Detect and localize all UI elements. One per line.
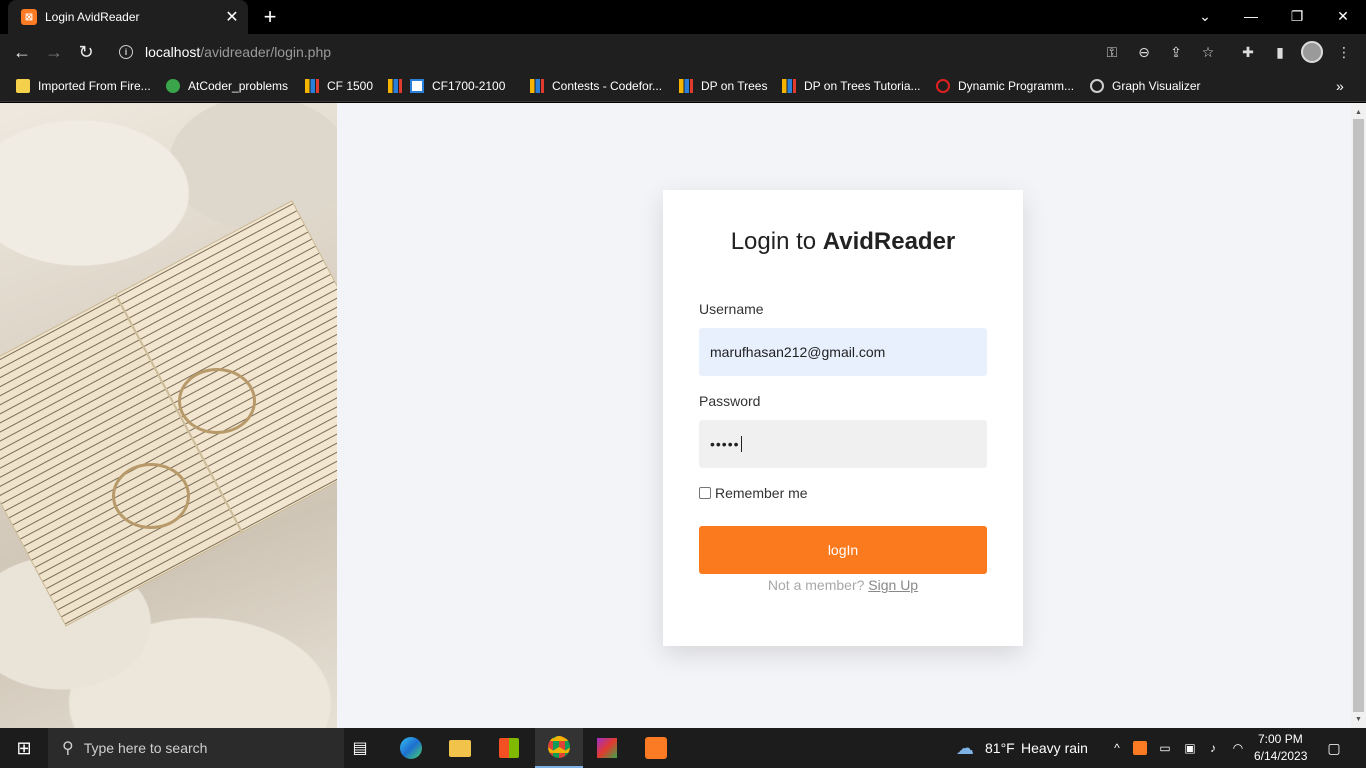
bookmarks-bar: Imported From Fire... AtCoder_problems C…: [0, 70, 1366, 102]
file-explorer-icon[interactable]: [442, 728, 478, 768]
login-title: Login to AvidReader: [730, 228, 956, 255]
cf-icon: [410, 79, 424, 93]
zoom-icon[interactable]: ⊖: [1132, 40, 1156, 64]
minimize-icon[interactable]: —: [1228, 0, 1274, 32]
globe-icon: [1090, 79, 1104, 93]
url-text: localhost/avidreader/login.php: [145, 44, 332, 60]
menu-icon[interactable]: ⋮: [1332, 40, 1356, 64]
glasses-lens-left: [112, 463, 190, 529]
bookmark-graph-visualizer[interactable]: Graph Visualizer: [1090, 76, 1201, 96]
battery-icon[interactable]: ▭: [1155, 728, 1175, 768]
windows-taskbar: ⊞ ⚲ Type here to search ▤ ☁ 81°F Heavy r…: [0, 728, 1366, 768]
meet-now-icon[interactable]: ▣: [1180, 728, 1200, 768]
notifications-icon[interactable]: ▢: [1320, 728, 1348, 768]
taskbar-search[interactable]: ⚲ Type here to search: [48, 728, 344, 768]
open-book-image: [0, 165, 337, 644]
remember-label: Remember me: [715, 485, 808, 501]
bookmark-contests[interactable]: Contests - Codefor...: [530, 76, 662, 96]
remember-checkbox[interactable]: [699, 487, 711, 499]
scroll-up-icon[interactable]: ▲: [1351, 105, 1366, 119]
tab-search-icon[interactable]: ⌄: [1182, 0, 1228, 32]
codeforces-icon: [530, 79, 544, 93]
windows-start-icon[interactable]: ⊞: [0, 728, 48, 768]
clock-time[interactable]: 7:00 PM: [1258, 732, 1303, 746]
side-panel-icon[interactable]: ▮: [1268, 40, 1292, 64]
username-input[interactable]: marufhasan212@gmail.com: [699, 328, 987, 376]
profile-avatar[interactable]: [1301, 41, 1323, 63]
password-input[interactable]: •••••: [699, 420, 987, 468]
weather-temp[interactable]: 81°F: [985, 740, 1015, 756]
new-tab-icon[interactable]: +: [258, 4, 282, 29]
page-content: Login to AvidReader Username marufhasan2…: [0, 103, 1366, 728]
weather-icon[interactable]: ☁: [950, 728, 980, 768]
glasses-lens-right: [178, 368, 256, 434]
share-icon[interactable]: ⇪: [1164, 40, 1188, 64]
reload-icon[interactable]: ↻: [72, 38, 100, 66]
chrome-icon[interactable]: [535, 728, 583, 768]
bookmark-atcoder[interactable]: AtCoder_problems: [166, 76, 288, 96]
xampp-tray-icon[interactable]: [1130, 728, 1150, 768]
close-window-icon[interactable]: ✕: [1320, 0, 1366, 32]
edge-icon[interactable]: [393, 728, 429, 768]
login-card: Login to AvidReader Username marufhasan2…: [663, 190, 1023, 646]
volume-icon[interactable]: ♪: [1203, 728, 1223, 768]
scroll-down-icon[interactable]: ▼: [1351, 712, 1366, 726]
book-photo: [0, 103, 337, 728]
codeforces-icon: [782, 79, 796, 93]
codeforces-icon: [679, 79, 693, 93]
folder-icon: [16, 79, 30, 93]
password-label: Password: [699, 393, 761, 409]
bookmark-dp-trees-tutorial[interactable]: DP on Trees Tutoria...: [782, 76, 921, 96]
tab-strip: ⊠ Login AvidReader ✕ + ⌄ — ❐ ✕: [0, 0, 1366, 34]
key-icon[interactable]: ⚿: [1100, 40, 1124, 64]
bookmark-imported[interactable]: Imported From Fire...: [16, 76, 151, 96]
page-scrollbar[interactable]: ▲ ▼: [1351, 103, 1366, 728]
bookmark-dynamic-programming[interactable]: Dynamic Programm...: [936, 76, 1074, 96]
quora-icon: [936, 79, 950, 93]
tab-title: Login AvidReader: [45, 10, 140, 24]
xampp-icon: ⊠: [21, 9, 37, 25]
site-info-icon[interactable]: i: [119, 45, 133, 59]
browser-toolbar: ← → ↻ i localhost/avidreader/login.php ⚿…: [0, 34, 1366, 70]
restore-icon[interactable]: ❐: [1274, 0, 1320, 32]
scroll-thumb[interactable]: [1353, 119, 1364, 712]
winrar-icon[interactable]: [589, 728, 625, 768]
codeforces-icon: [388, 79, 402, 93]
search-placeholder: Type here to search: [83, 740, 208, 756]
tray-chevron-icon[interactable]: ^: [1108, 728, 1126, 768]
wifi-icon[interactable]: ◠: [1228, 728, 1248, 768]
clock-date[interactable]: 6/14/2023: [1254, 749, 1307, 763]
address-bar[interactable]: i localhost/avidreader/login.php: [108, 37, 1098, 67]
back-icon[interactable]: ←: [8, 38, 36, 66]
remember-me[interactable]: Remember me: [699, 485, 808, 501]
username-label: Username: [699, 301, 764, 317]
browser-tab[interactable]: ⊠ Login AvidReader ✕: [8, 0, 248, 34]
signup-prompt: Not a member? Sign Up: [767, 577, 919, 593]
search-icon: ⚲: [62, 740, 74, 757]
xampp-taskbar-icon[interactable]: [638, 728, 674, 768]
login-button[interactable]: logIn: [699, 526, 987, 574]
atcoder-icon: [166, 79, 180, 93]
more-bookmarks-icon[interactable]: »: [1336, 76, 1344, 96]
weather-desc[interactable]: Heavy rain: [1021, 740, 1088, 756]
text-caret: [740, 436, 742, 452]
bookmark-cf1700[interactable]: CF1700-2100: [388, 76, 505, 96]
close-tab-icon[interactable]: ✕: [222, 7, 242, 27]
forward-icon[interactable]: →: [40, 38, 68, 66]
task-view-icon[interactable]: ▤: [344, 728, 376, 768]
store-icon[interactable]: [491, 728, 527, 768]
bookmark-star-icon[interactable]: ☆: [1196, 40, 1220, 64]
codeforces-icon: [305, 79, 319, 93]
bookmark-dp-trees[interactable]: DP on Trees: [679, 76, 767, 96]
bookmark-cf1500[interactable]: CF 1500: [305, 76, 373, 96]
signup-link[interactable]: Sign Up: [868, 577, 918, 593]
extensions-icon[interactable]: ✚: [1236, 40, 1260, 64]
